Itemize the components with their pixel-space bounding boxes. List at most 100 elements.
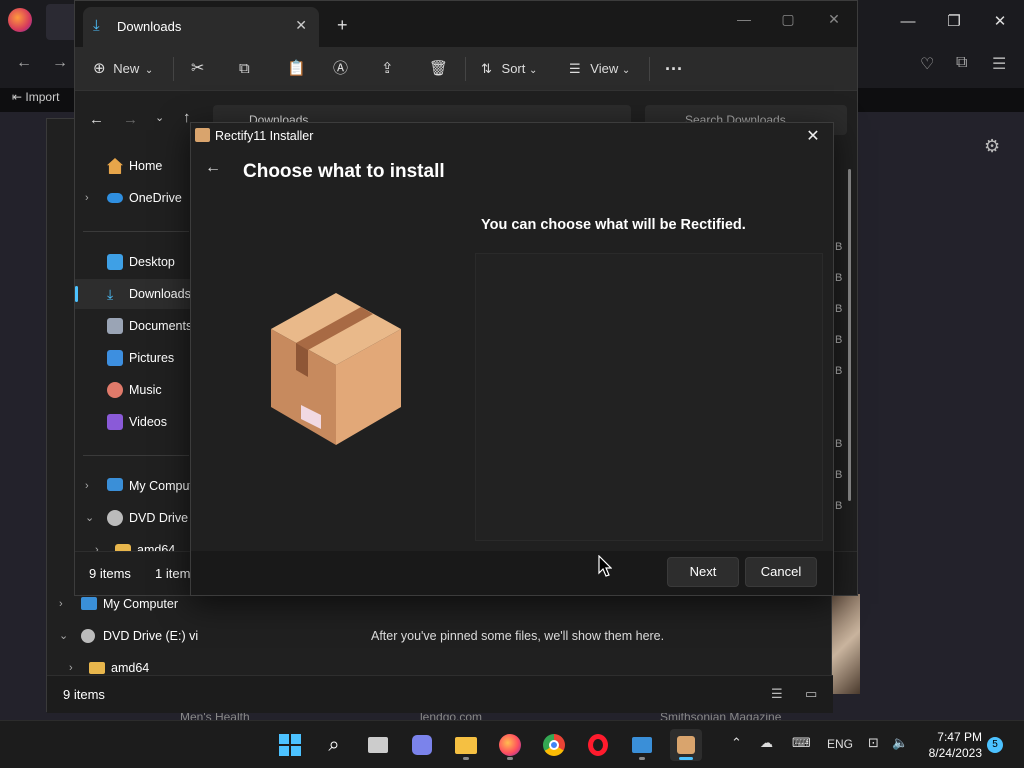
nav-label: Home [129,159,163,173]
import-label: Import [25,90,60,104]
file-size: B [835,272,843,284]
nav-item-downloads[interactable]: ⤓ Downloads [75,279,191,309]
recent-locations-icon[interactable]: ⌄ [155,111,164,124]
nav-item-pictures[interactable]: Pictures [75,343,191,373]
cloud-icon [107,193,123,203]
search-icon[interactable]: ⌕ [318,729,350,761]
keyboard-icon[interactable]: ⌨ [792,735,811,751]
nav-item-home[interactable]: Home [75,151,191,181]
file-size: B [835,438,843,450]
clock-date: 8/24/2023 [928,746,982,760]
onedrive-tray-icon[interactable]: ☁ [760,735,773,751]
nav-item-desktop[interactable]: Desktop [75,247,191,277]
view-icon: ☰ [569,61,581,76]
start-button[interactable] [274,729,306,761]
volume-icon[interactable]: 🔈 [892,735,908,751]
next-button[interactable]: Next [667,557,739,587]
nav-item-dvd-drive[interactable]: ⌄ DVD Drive (E:) vi [47,621,207,651]
new-tab-icon[interactable]: + [337,15,348,36]
close-tab-icon[interactable]: ✕ [295,17,307,34]
nav-divider [83,231,189,232]
nav-item-documents[interactable]: Documents [75,311,191,341]
tab-downloads[interactable]: ⤓ Downloads ✕ [83,7,319,47]
details-view-icon[interactable]: ☰ [771,686,783,702]
menu-icon[interactable]: ☰ [992,54,1006,74]
new-button[interactable]: ⊕ New ⌄ [93,57,153,81]
network-icon[interactable]: ⊡ [868,735,879,751]
paste-icon[interactable]: 📋 [287,57,306,81]
more-options-icon[interactable]: ··· [665,57,683,81]
nav-label: amd64 [137,543,176,551]
chrome-taskbar-icon[interactable] [538,729,570,761]
extensions-icon[interactable]: ⧉ [956,54,967,72]
toolbar-divider [649,57,650,81]
chevron-down-icon: ⌄ [59,630,69,642]
view-label: View [590,61,619,76]
language-indicator[interactable]: ENG [827,737,853,751]
dvd-icon [81,629,95,643]
nav-item-music[interactable]: Music [75,375,191,405]
forward-arrow-icon[interactable]: → [123,111,138,128]
cancel-button[interactable]: Cancel [745,557,817,587]
chevron-down-icon: ⌄ [529,65,538,76]
firefox-tab-icon[interactable] [8,8,32,32]
installer-footer: Next Cancel [191,551,833,595]
scrollbar[interactable] [848,169,851,501]
music-icon [107,382,123,398]
task-view-icon[interactable] [362,729,394,761]
file-size: B [835,469,843,481]
navigation-pane: Home › OneDrive Desktop ⤓ Downloads Docu… [75,139,191,551]
file-explorer-taskbar-icon[interactable] [450,729,482,761]
rename-icon[interactable]: Ⓐ [333,57,348,81]
nav-item-dvd-drive[interactable]: ⌄ DVD Drive ( [75,503,191,533]
nav-item-onedrive[interactable]: › OneDrive [75,183,191,213]
copy-icon[interactable]: ⧉ [239,57,250,81]
back-arrow-icon[interactable]: ← [205,159,221,177]
rectify11-taskbar-icon[interactable] [670,729,702,761]
nav-item-videos[interactable]: Videos [75,407,191,437]
chevron-right-icon: › [85,480,89,492]
chevron-right-icon: › [59,598,63,610]
forward-arrow-icon[interactable]: → [52,54,68,72]
pocket-icon[interactable]: ♡ [920,54,934,74]
tiles-view-icon[interactable]: ▭ [805,686,817,702]
delete-icon[interactable]: 🗑 [429,57,448,81]
file-size: B [835,500,843,512]
view-button[interactable]: ☰ View ⌄ [569,57,630,81]
installer-app-taskbar-icon[interactable] [626,729,658,761]
installer-close-button[interactable]: ✕ [801,125,825,149]
sort-icon: ⇅ [481,61,492,76]
firefox-taskbar-icon[interactable] [494,729,526,761]
import-bookmarks-link[interactable]: ⇤ Import [12,90,59,104]
explorer-maximize-button[interactable]: ▢ [773,7,803,31]
nav-label: Downloads [129,287,191,301]
sort-label: Sort [501,61,526,76]
opera-taskbar-icon[interactable] [582,729,614,761]
explorer-minimize-button[interactable]: — [729,7,759,31]
cut-icon[interactable]: ✂ [191,57,204,81]
clock[interactable]: 7:47 PM 8/24/2023 [918,729,982,761]
nav-item-my-computer[interactable]: › My Comput [75,471,191,501]
explorer-close-button[interactable]: ✕ [819,7,849,31]
clock-time: 7:47 PM [937,730,982,744]
component-list[interactable] [475,253,823,541]
browser-minimize-button[interactable]: — [894,10,922,34]
teams-icon[interactable] [406,729,438,761]
status-bar: 9 items ☰ ▭ [47,675,833,713]
file-size: B [835,365,843,377]
desktop-icon [107,254,123,270]
notification-badge[interactable]: 5 [987,737,1003,753]
back-arrow-icon[interactable]: ← [16,54,32,72]
browser-close-button[interactable]: ✕ [986,10,1014,34]
back-arrow-icon[interactable]: ← [89,111,104,128]
background-photo [832,594,860,694]
browser-restore-button[interactable]: ❐ [940,10,968,34]
share-icon[interactable]: ⇪ [381,57,394,81]
sort-button[interactable]: ⇅ Sort ⌄ [481,57,537,81]
gear-icon[interactable]: ⚙ [984,136,1000,157]
taskbar: ⌕ ⌃ ☁ ⌨ ENG ⊡ 🔈 7:47 PM 8/24/2023 5 [0,720,1024,768]
show-hidden-icons-icon[interactable]: ⌃ [731,735,742,751]
package-box-icon [271,293,401,445]
download-icon: ⤓ [107,286,114,302]
nav-item-amd64[interactable]: › amd64 [75,535,191,551]
